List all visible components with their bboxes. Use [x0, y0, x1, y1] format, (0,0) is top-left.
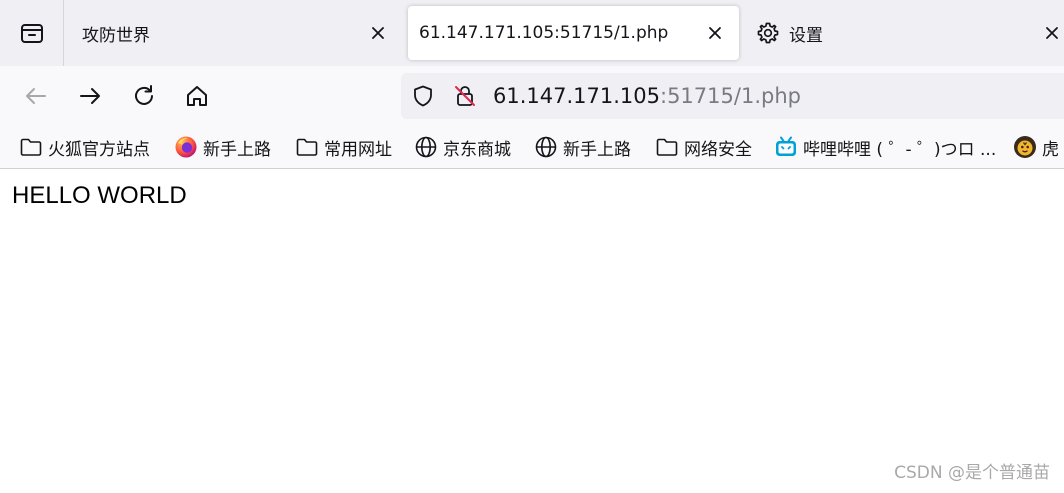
nav-toolbar: 61.147.171.105:51715/1.php	[0, 66, 1064, 126]
home-icon	[187, 86, 207, 106]
bookmark-getting-started-firefox[interactable]: 新手上路	[174, 126, 271, 168]
bookmarks-toolbar: 火狐官方站点 新手上路 常用网址 京东商城 新手上路 网络安全 哔哩哔哩 (゜…	[0, 126, 1064, 169]
url-path: :51715/1.php	[660, 84, 801, 108]
bookmark-folder-common-sites[interactable]: 常用网址	[295, 126, 392, 168]
tab-close-button[interactable]	[1040, 21, 1064, 45]
address-bar[interactable]: 61.147.171.105:51715/1.php	[401, 73, 1064, 119]
tab-gongfang[interactable]: 攻防世界	[64, 6, 404, 60]
insecure-lock-icon[interactable]	[453, 84, 477, 108]
bookmark-label: 哔哩哔哩 ( ゜- ゜)つロ ...	[803, 139, 997, 160]
bookmark-label: 新手上路	[203, 139, 271, 160]
tab-active-php[interactable]: 61.147.171.105:51715/1.php	[408, 6, 739, 60]
close-icon	[372, 27, 384, 39]
tab-list-icon	[20, 24, 43, 43]
tab-close-button[interactable]	[366, 21, 390, 45]
bookmark-label: 京东商城	[443, 139, 511, 160]
globe-icon	[534, 135, 558, 159]
bookmark-folder-firefox-official[interactable]: 火狐官方站点	[19, 126, 150, 168]
url-host: 61.147.171.105	[493, 84, 660, 108]
page-content: HELLO WORLD CSDN @是个普通苗	[0, 170, 1064, 493]
bookmark-label: 新手上路	[563, 139, 631, 160]
back-button[interactable]	[22, 82, 50, 110]
tiger-icon	[1013, 135, 1037, 159]
folder-icon	[655, 135, 679, 159]
tab-overview-button[interactable]	[0, 0, 64, 66]
csdn-watermark: CSDN @是个普通苗	[894, 463, 1050, 483]
tab-label: 设置	[789, 25, 823, 46]
page-body-text: HELLO WORLD	[12, 182, 187, 209]
close-icon	[1046, 27, 1058, 39]
bookmark-getting-started[interactable]: 新手上路	[534, 126, 631, 168]
arrow-left-icon	[26, 88, 46, 104]
reload-button[interactable]	[130, 82, 158, 110]
folder-icon	[19, 135, 43, 159]
bookmark-bilibili[interactable]: 哔哩哔哩 ( ゜- ゜)つロ ...	[774, 126, 996, 168]
tab-label: 攻防世界	[82, 25, 150, 46]
tab-close-button[interactable]	[703, 21, 727, 45]
bookmark-jd-mall[interactable]: 京东商城	[414, 126, 511, 168]
bookmark-label: 火狐官方站点	[48, 139, 150, 160]
shield-icon[interactable]	[411, 84, 435, 108]
firefox-icon	[174, 135, 198, 159]
bookmark-label: 常用网址	[324, 139, 392, 160]
tab-label: 61.147.171.105:51715/1.php	[419, 23, 669, 43]
bookmark-label: 虎	[1042, 139, 1059, 160]
arrow-right-icon	[80, 88, 100, 104]
tab-strip: 攻防世界 61.147.171.105:51715/1.php 设置	[0, 0, 1064, 66]
close-icon	[709, 27, 721, 39]
forward-button[interactable]	[76, 82, 104, 110]
url-text[interactable]: 61.147.171.105:51715/1.php	[493, 73, 801, 119]
globe-icon	[414, 135, 438, 159]
reload-icon	[135, 85, 153, 105]
bookmark-label: 网络安全	[684, 139, 752, 160]
home-button[interactable]	[183, 82, 211, 110]
folder-icon	[295, 135, 319, 159]
tab-settings[interactable]: 设置	[745, 6, 1064, 60]
bilibili-icon	[774, 135, 798, 159]
bookmark-huya[interactable]: 虎	[1013, 126, 1059, 168]
gear-icon	[757, 22, 779, 44]
bookmark-folder-network-security[interactable]: 网络安全	[655, 126, 752, 168]
browser-window: 攻防世界 61.147.171.105:51715/1.php 设置 61.14…	[0, 0, 1064, 493]
